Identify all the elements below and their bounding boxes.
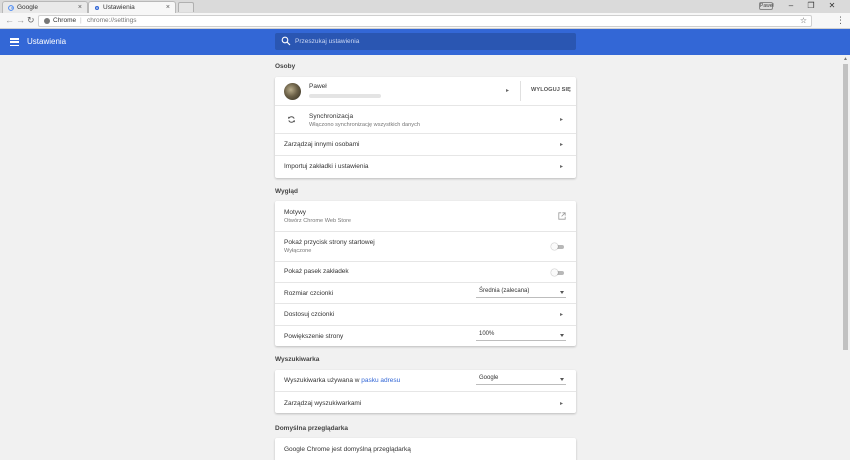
customize-fonts-row[interactable]: Dostosuj czcionki ▸	[275, 303, 576, 325]
page-zoom-row: Powiększenie strony 100%	[275, 325, 576, 346]
external-link-icon[interactable]	[558, 212, 566, 220]
tab-google[interactable]: Google ×	[2, 1, 88, 13]
people-card: Paweł ▸ WYLOGUJ SIĘ Synchronizacja Włącz…	[275, 77, 576, 178]
tab-settings[interactable]: Ustawienia ×	[88, 1, 176, 13]
tab-title: Ustawienia	[103, 4, 135, 11]
minimize-button[interactable]: –	[785, 1, 797, 11]
bookmark-star-icon[interactable]: ☆	[800, 16, 807, 26]
section-title-appearance: Wygląd	[275, 188, 298, 195]
chevron-down-icon	[560, 291, 564, 294]
manage-search-engines-label: Zarządzaj wyszukiwarkami	[284, 400, 362, 407]
chrome-icon	[44, 18, 50, 24]
default-browser-status: Google Chrome jest domyślną przeglądarką	[284, 446, 411, 453]
home-button-row[interactable]: Pokaż przycisk strony startowej Wyłączon…	[275, 231, 576, 261]
bookmarks-bar-toggle[interactable]	[551, 269, 565, 276]
omnibox-separator: |	[80, 17, 82, 24]
sync-icon	[288, 116, 295, 123]
themes-title: Motywy	[284, 209, 307, 216]
section-title-people: Osoby	[275, 63, 296, 70]
section-title-default-browser: Domyślna przeglądarka	[275, 425, 348, 432]
omnibox-url[interactable]: chrome://settings	[87, 16, 137, 26]
search-engine-select[interactable]: Google	[476, 375, 566, 385]
menu-icon[interactable]	[10, 38, 19, 47]
section-title-search-engine: Wyszukiwarka	[275, 356, 320, 363]
address-bar-link[interactable]: pasku adresu	[361, 377, 400, 384]
font-size-value: Średnia (zalecana)	[479, 288, 530, 294]
tab-close-button[interactable]: ×	[166, 2, 170, 13]
profile-arrow-icon[interactable]: ▸	[506, 87, 509, 94]
chevron-down-icon	[560, 334, 564, 337]
scrollbar-thumb[interactable]	[843, 64, 848, 350]
import-arrow-icon: ▸	[560, 164, 564, 170]
sync-row[interactable]: Synchronizacja Włączono synchronizację w…	[275, 105, 576, 133]
manage-people-row[interactable]: Zarządzaj innymi osobami ▸	[275, 133, 576, 155]
search-engine-card: Wyszukiwarka używana w pasku adresu Goog…	[275, 370, 576, 413]
maximize-button[interactable]: ❐	[805, 1, 817, 11]
divider	[520, 81, 521, 101]
home-button-toggle[interactable]	[551, 243, 565, 250]
settings-search[interactable]	[275, 33, 576, 50]
default-browser-row: Google Chrome jest domyślną przeglądarką	[275, 438, 576, 460]
scroll-up-icon[interactable]: ▲	[843, 56, 848, 62]
search-engine-label: Wyszukiwarka używana w pasku adresu	[284, 377, 400, 384]
themes-row[interactable]: Motywy Otwórz Chrome Web Store	[275, 201, 576, 231]
home-button-title: Pokaż przycisk strony startowej	[284, 239, 375, 246]
forward-button[interactable]: →	[16, 14, 25, 27]
profile-email-redacted	[309, 94, 381, 98]
customize-fonts-label: Dostosuj czcionki	[284, 311, 335, 318]
settings-header: Ustawienia	[0, 29, 850, 55]
browser-menu-icon[interactable]: ⋮	[836, 15, 845, 26]
import-row[interactable]: Importuj zakładki i ustawienia ▸	[275, 155, 576, 178]
profile-badge[interactable]: Paweł	[759, 2, 774, 10]
bookmarks-bar-label: Pokaż pasek zakładek	[284, 268, 349, 275]
search-icon	[281, 36, 291, 46]
search-input[interactable]	[295, 35, 565, 48]
appearance-card: Motywy Otwórz Chrome Web Store Pokaż prz…	[275, 201, 576, 346]
search-engine-row: Wyszukiwarka używana w pasku adresu Goog…	[275, 370, 576, 391]
avatar	[284, 83, 301, 100]
gear-icon	[94, 5, 100, 11]
google-icon	[8, 5, 14, 11]
search-engine-value: Google	[479, 375, 499, 381]
profile-name: Paweł	[309, 83, 327, 90]
tab-close-button[interactable]: ×	[78, 2, 82, 13]
back-button[interactable]: ←	[5, 14, 14, 27]
chevron-down-icon	[560, 378, 564, 381]
new-tab-button[interactable]	[178, 2, 194, 12]
manage-people-arrow-icon: ▸	[560, 142, 564, 148]
close-window-button[interactable]: ✕	[826, 1, 838, 11]
import-label: Importuj zakładki i ustawienia	[284, 163, 369, 170]
font-size-label: Rozmiar czcionki	[284, 290, 334, 297]
sync-title: Synchronizacja	[309, 113, 354, 120]
manage-people-label: Zarządzaj innymi osobami	[284, 141, 360, 148]
manage-search-engines-arrow-icon: ▸	[560, 401, 564, 407]
font-size-select[interactable]: Średnia (zalecana)	[476, 288, 566, 298]
tab-strip: Google × Ustawienia × Paweł – ❐ ✕	[0, 0, 850, 13]
page-zoom-select[interactable]: 100%	[476, 331, 566, 341]
page-title: Ustawienia	[27, 37, 67, 46]
search-engine-label-text: Wyszukiwarka używana w	[284, 377, 360, 384]
home-button-subtitle: Wyłączone	[284, 248, 312, 254]
page-zoom-label: Powiększenie strony	[284, 333, 344, 340]
sync-arrow-icon: ▸	[560, 117, 564, 123]
page-zoom-value: 100%	[479, 331, 495, 337]
browser-window: Google × Ustawienia × Paweł – ❐ ✕ ← → ↻ …	[0, 0, 850, 460]
profile-row[interactable]: Paweł ▸ WYLOGUJ SIĘ	[275, 77, 576, 105]
default-browser-card: Google Chrome jest domyślną przeglądarką	[275, 438, 576, 460]
manage-search-engines-row[interactable]: Zarządzaj wyszukiwarkami ▸	[275, 391, 576, 413]
themes-subtitle: Otwórz Chrome Web Store	[284, 218, 352, 224]
font-size-row: Rozmiar czcionki Średnia (zalecana)	[275, 282, 576, 303]
tab-title: Google	[17, 4, 38, 11]
address-bar[interactable]: Chrome | chrome://settings ☆	[38, 15, 812, 27]
customize-fonts-arrow-icon: ▸	[560, 312, 564, 318]
omnibox-scheme-label: Chrome	[53, 17, 77, 24]
scrollbar[interactable]: ▲	[841, 55, 850, 460]
browser-toolbar: ← → ↻ Chrome | chrome://settings ☆ ⋮	[0, 13, 850, 29]
sync-subtitle: Włączono synchronizację wszystkich danyc…	[309, 122, 420, 128]
reload-button[interactable]: ↻	[27, 14, 35, 27]
logout-button[interactable]: WYLOGUJ SIĘ	[531, 87, 571, 93]
bookmarks-bar-row[interactable]: Pokaż pasek zakładek	[275, 261, 576, 282]
